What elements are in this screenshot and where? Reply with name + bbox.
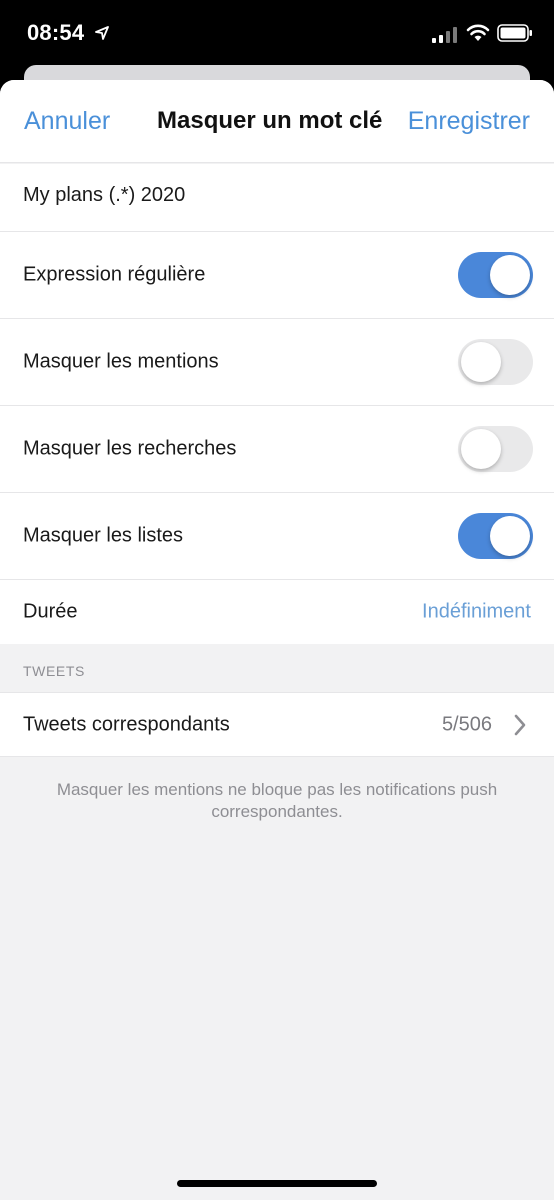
toggle-knob (461, 429, 501, 469)
matching-tweets-row[interactable]: Tweets correspondants 5/506 (0, 692, 554, 757)
searches-toggle[interactable] (458, 426, 533, 472)
duration-row[interactable]: Durée Indéfiniment (0, 580, 554, 644)
option-label: Masquer les listes (23, 524, 184, 547)
mute-keyword-sheet: Annuler Masquer un mot clé Enregistrer M… (0, 80, 554, 1200)
status-bar: 08:54 (0, 0, 554, 68)
duration-value[interactable]: Indéfiniment (422, 601, 531, 624)
cellular-signal-icon (432, 27, 457, 43)
navigation-bar: Annuler Masquer un mot clé Enregistrer (0, 80, 554, 163)
duration-label: Durée (23, 600, 78, 623)
status-time: 08:54 (27, 20, 85, 45)
wifi-icon (466, 24, 490, 41)
option-regex-row: Expression régulière (0, 232, 554, 319)
tweets-group: Tweets correspondants 5/506 (0, 692, 554, 757)
toggle-knob (461, 342, 501, 382)
tweets-section-header: TWEETS (23, 663, 85, 679)
home-indicator[interactable] (177, 1180, 377, 1187)
toggle-knob (490, 255, 530, 295)
chevron-right-icon (514, 714, 526, 736)
battery-icon (497, 24, 532, 42)
toggle-knob (490, 516, 530, 556)
option-label: Expression régulière (23, 263, 206, 286)
location-arrow-icon (95, 26, 109, 40)
matching-tweets-label: Tweets correspondants (23, 713, 230, 735)
option-label: Masquer les recherches (23, 437, 237, 460)
matching-tweets-count: 5/506 (441, 713, 492, 735)
page-title: Masquer un mot clé (157, 107, 383, 134)
option-lists-row: Masquer les listes (0, 493, 554, 580)
cancel-button[interactable]: Annuler (24, 107, 110, 136)
save-button[interactable]: Enregistrer (408, 107, 530, 136)
regex-toggle[interactable] (458, 252, 533, 298)
keyword-input[interactable]: My plans (.*) 2020 (23, 184, 185, 207)
keyword-row: My plans (.*) 2020 (0, 164, 554, 232)
footer-note: Masquer les mentions ne bloque pas les n… (56, 780, 498, 821)
option-searches-row: Masquer les recherches (0, 406, 554, 493)
settings-group: My plans (.*) 2020 Expression régulière … (0, 164, 554, 644)
mentions-toggle[interactable] (458, 339, 533, 385)
lists-toggle[interactable] (458, 513, 533, 559)
option-label: Masquer les mentions (23, 350, 219, 373)
option-mentions-row: Masquer les mentions (0, 319, 554, 406)
